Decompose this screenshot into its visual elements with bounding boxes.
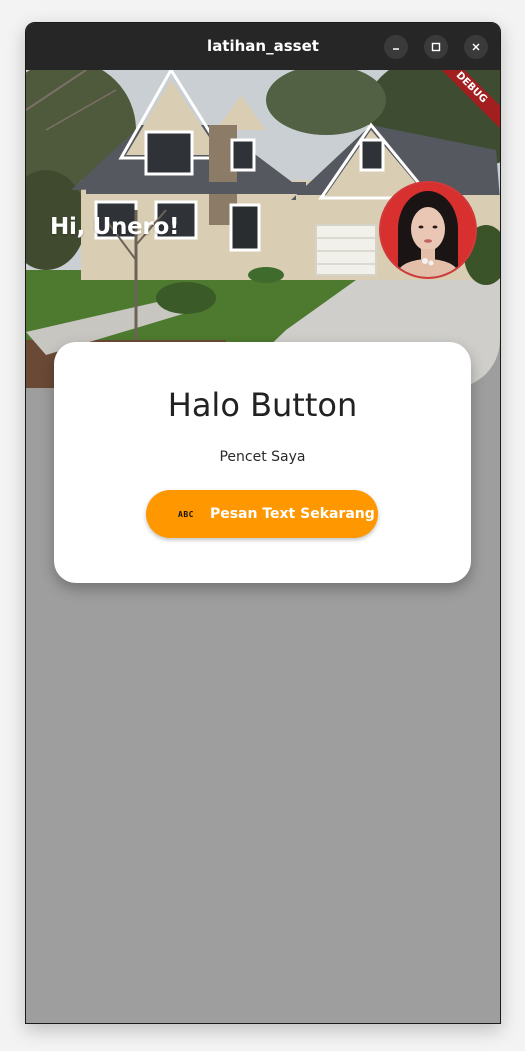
send-text-button-label: Pesan Text Sekarang (209, 506, 375, 522)
minimize-icon (391, 42, 401, 52)
greeting-text: Hi, Unero! (50, 214, 180, 240)
hero-section: Hi, Unero! DEBUG (26, 70, 500, 388)
app-window: latihan_asset Hi, Unero! DEBUG Halo Butt… (25, 22, 501, 1024)
close-button[interactable] (464, 35, 488, 59)
title-bar[interactable]: latihan_asset (26, 23, 500, 70)
abc-icon: ABC (178, 509, 194, 519)
maximize-icon (431, 42, 441, 52)
avatar (379, 181, 477, 279)
maximize-button[interactable] (424, 35, 448, 59)
button-card: Halo Button Pencet Saya ABC Pesan Text S… (54, 342, 471, 583)
send-text-button[interactable]: ABC Pesan Text Sekarang (146, 490, 378, 538)
app-content: Hi, Unero! DEBUG Halo Button Pencet Saya… (26, 70, 500, 1023)
minimize-button[interactable] (384, 35, 408, 59)
card-subtitle: Pencet Saya (219, 449, 306, 465)
card-title: Halo Button (167, 386, 358, 424)
close-icon (471, 42, 481, 52)
profile-photo (381, 183, 475, 277)
